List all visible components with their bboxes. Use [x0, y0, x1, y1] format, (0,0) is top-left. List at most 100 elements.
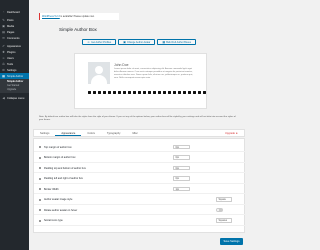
setting-checkbox[interactable] [39, 219, 41, 222]
social-icons [88, 91, 207, 95]
vk-icon[interactable] [192, 91, 197, 95]
author-box-preview: John Doe Lorem ipsum dolor sit amet, con… [74, 53, 207, 109]
setting-checkbox[interactable] [39, 198, 41, 201]
sidebar-item-label: Appearance [7, 44, 21, 48]
setting-label: Padding left and right of author box [44, 177, 83, 180]
sidebar-item-comments[interactable]: ✉ Comments [0, 35, 29, 41]
image-icon: ▣ [123, 39, 126, 44]
box-icon: ▦ [162, 39, 166, 44]
pinterest-icon[interactable] [107, 91, 112, 95]
setting-row: Bottom margin of author box 0px [34, 154, 246, 163]
setting-row: Border Width 1px [34, 185, 246, 194]
tab-appearance[interactable]: Appearance [55, 130, 82, 136]
xing-icon[interactable] [197, 91, 202, 95]
sidebar-item-dashboard[interactable]: ◔ Dashboard [0, 9, 29, 15]
wrench-icon: ✇ [2, 62, 5, 66]
comment-icon: ✉ [2, 36, 5, 40]
setting-checkbox[interactable] [39, 167, 41, 169]
user-icon: ☺ [1, 56, 6, 60]
author-name[interactable]: John Doe [114, 63, 129, 67]
tab-colors[interactable]: Colors [81, 130, 101, 136]
setting-toggle[interactable] [216, 208, 223, 212]
instagram-icon[interactable] [102, 91, 107, 95]
spotify-icon[interactable] [182, 91, 187, 95]
sidebar-item-label: Plugins [7, 50, 16, 54]
dribbble-icon[interactable] [127, 91, 132, 95]
page-icon: ▤ [2, 30, 5, 34]
sidebar-submenu: Simple Author Get Started Upgrade [0, 79, 29, 93]
reddit-icon[interactable] [142, 91, 147, 95]
change-author-avatar-button[interactable]: ▣ Change Author Avatar [118, 39, 156, 45]
user-icon: ☺ [87, 39, 91, 44]
twitter-icon[interactable] [92, 91, 97, 95]
behance-icon[interactable] [132, 91, 137, 95]
setting-label: Border Width [44, 187, 59, 191]
build-author-boxes-button[interactable]: ▦ Build Full Author Boxes [157, 39, 196, 45]
tab-misc[interactable]: Misc [126, 130, 143, 136]
yelp-icon[interactable] [202, 91, 207, 95]
soundcloud-icon[interactable] [177, 91, 182, 95]
setting-checkbox[interactable] [39, 177, 41, 180]
setting-value-input[interactable]: 0px [173, 165, 190, 171]
setting-value-input[interactable]: 1px [173, 186, 190, 192]
tab-upgrade[interactable]: Upgrade ★ [219, 130, 244, 136]
vimeo-icon[interactable] [152, 91, 157, 95]
setting-checkbox[interactable] [39, 146, 41, 148]
styling-note: Note: By default our author box will tak… [39, 116, 236, 121]
collapse-menu-button[interactable]: ◀ Collapse menu [0, 95, 29, 101]
sidebar-item-label: Dashboard [7, 10, 20, 14]
setting-checkbox[interactable] [39, 188, 41, 190]
setting-select[interactable]: Squares [216, 218, 232, 223]
email-icon[interactable] [162, 91, 167, 95]
collapse-icon: ◀ [2, 96, 5, 100]
sidebar-item-label: Tools [7, 62, 14, 66]
setting-select[interactable]: Square [216, 197, 232, 202]
pin-icon: ✎ [2, 18, 5, 22]
setting-label: Social icons type [44, 219, 63, 222]
medium-icon[interactable] [157, 91, 162, 95]
skype-icon[interactable] [172, 91, 177, 95]
twitch-icon[interactable] [187, 91, 192, 95]
page-title: Simple Author Box [59, 27, 97, 32]
update-link[interactable]: WordPress 5.2.3 [42, 15, 60, 18]
setting-checkbox[interactable] [39, 156, 41, 159]
avatar-head [95, 66, 103, 74]
tab-typography[interactable]: Typography [101, 130, 127, 136]
setting-label: Padding top and bottom of author box [44, 166, 86, 170]
youtube-icon[interactable] [112, 91, 117, 95]
linkedin-icon[interactable] [97, 91, 102, 95]
sidebar-item-label: Pages [7, 30, 15, 34]
author-bio: Lorem ipsum dolor sit amet, consectetur … [114, 68, 193, 79]
setting-row: Top margin of author box 0px [34, 143, 246, 152]
facebook-icon[interactable] [88, 91, 92, 95]
sidebar-item-label: Comments [7, 36, 20, 40]
setting-checkbox[interactable] [39, 209, 41, 211]
setting-row: Author avatar image style Square [34, 196, 246, 205]
setting-label: Rotate author avatar on hover [44, 208, 78, 212]
submenu-item[interactable]: Upgrade [7, 88, 29, 92]
button-label: Change Author Avatar [127, 40, 151, 44]
setting-row: Padding top and bottom of author box 0px [34, 164, 246, 173]
sidebar-item-label: Media [7, 24, 15, 28]
setting-value-input[interactable]: 0px [173, 144, 190, 150]
setting-label: Author avatar image style [44, 198, 73, 201]
save-settings-button[interactable]: Save Settings [220, 238, 243, 245]
media-icon: ▣ [2, 24, 5, 28]
wordpress-icon[interactable] [122, 91, 127, 95]
setting-row: Social icons type Squares [34, 217, 246, 226]
github-icon[interactable] [117, 91, 122, 95]
dashboard-icon: ◔ [2, 10, 5, 14]
tab-settings[interactable]: Settings [34, 130, 55, 136]
avatar [88, 62, 110, 84]
get-author-profiles-button[interactable]: ☺ Get Author Profiles [82, 39, 117, 45]
setting-label: Top margin of author box [44, 145, 72, 149]
avatar-body [91, 75, 107, 84]
rss-icon[interactable] [167, 91, 172, 95]
setting-value-input[interactable]: 0px [173, 176, 190, 181]
setting-row: Rotate author avatar on hover [34, 206, 246, 215]
tumblr-icon[interactable] [147, 91, 152, 95]
settings-tabs: Settings Appearance Colors Typography Mi… [33, 129, 245, 137]
flickr-icon[interactable] [137, 91, 142, 95]
author-box-icon: ▦ [2, 74, 5, 78]
setting-value-input[interactable]: 0px [173, 155, 190, 160]
